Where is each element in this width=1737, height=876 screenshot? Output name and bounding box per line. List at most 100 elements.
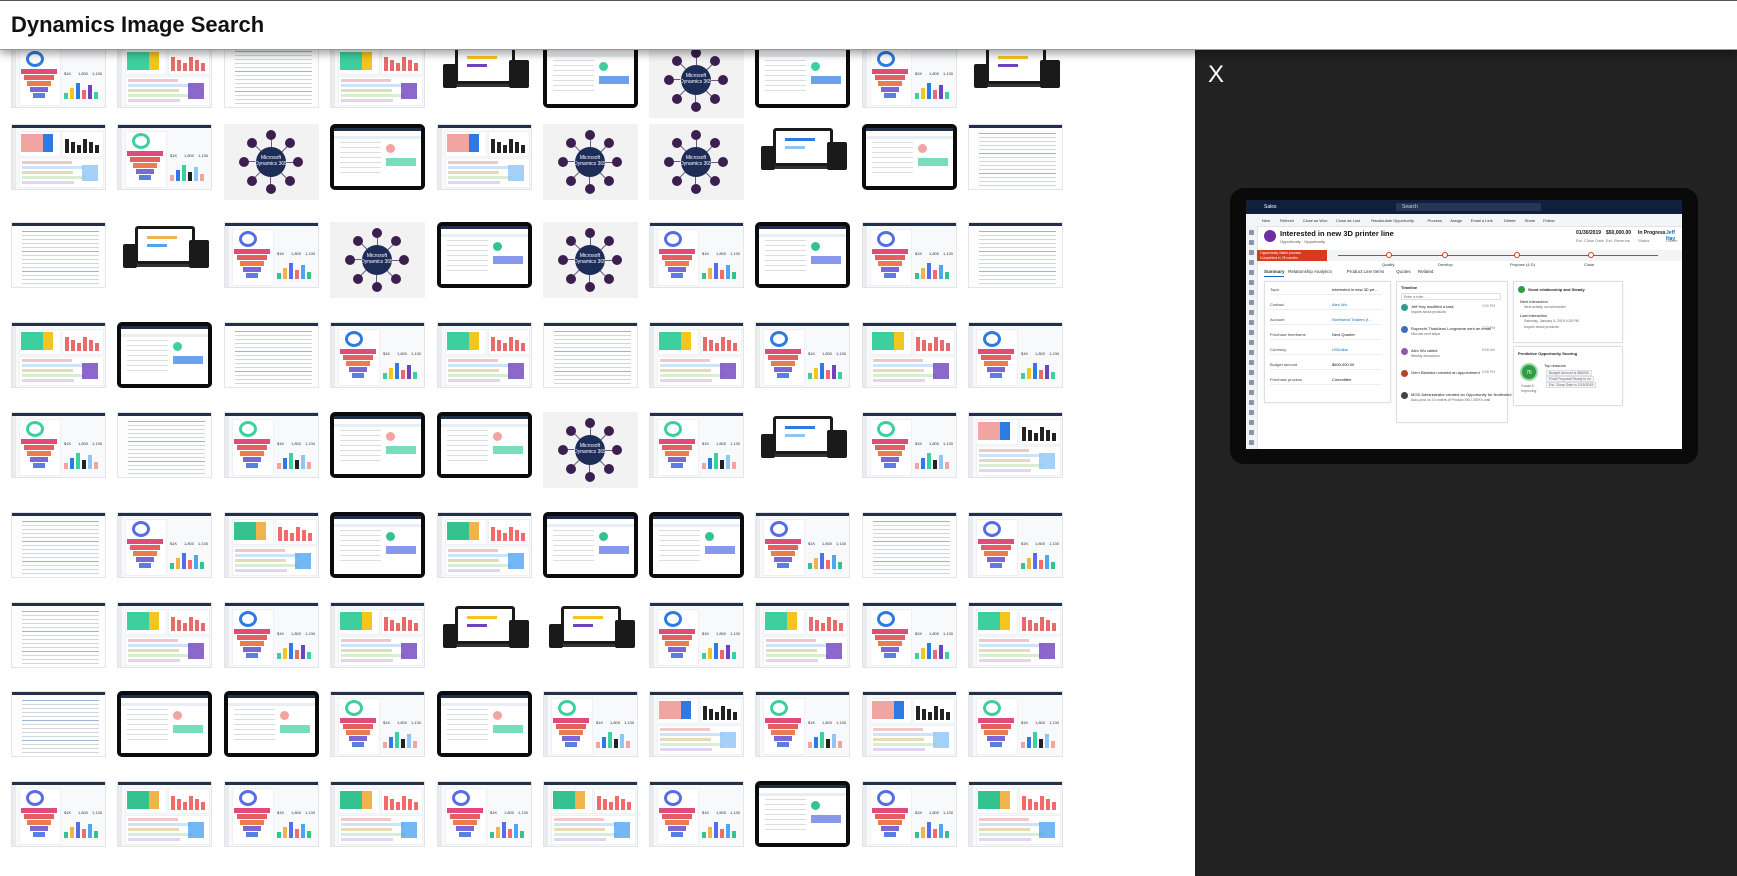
close-viewer-button[interactable]: X bbox=[1202, 60, 1230, 90]
image-thumbnail[interactable] bbox=[117, 222, 212, 288]
image-thumbnail[interactable]: $1K 1,800 1,130 bbox=[117, 124, 212, 190]
image-thumbnail[interactable] bbox=[330, 124, 425, 190]
image-thumbnail[interactable] bbox=[437, 602, 532, 668]
image-thumbnail[interactable]: Microsoft Dynamics 365 bbox=[543, 222, 638, 298]
image-thumbnail[interactable] bbox=[543, 322, 638, 388]
image-thumbnail[interactable] bbox=[437, 512, 532, 578]
image-thumbnail[interactable] bbox=[968, 124, 1063, 190]
image-thumbnail[interactable]: $1K 1,800 1,130 bbox=[224, 222, 319, 288]
image-thumbnail[interactable] bbox=[330, 412, 425, 478]
image-thumbnail[interactable]: $1K 1,800 1,130 bbox=[755, 691, 850, 757]
image-thumbnail[interactable] bbox=[968, 412, 1063, 478]
image-thumbnail[interactable] bbox=[649, 691, 744, 757]
image-thumbnail[interactable]: $1K 1,800 1,130 bbox=[224, 781, 319, 847]
image-thumbnail[interactable]: $1K 1,800 1,130 bbox=[11, 412, 106, 478]
image-thumbnail[interactable] bbox=[862, 512, 957, 578]
image-thumbnail[interactable]: $1K 1,800 1,130 bbox=[968, 322, 1063, 388]
image-thumbnail[interactable]: $1K 1,800 1,130 bbox=[862, 602, 957, 668]
image-thumbnail[interactable]: $1K 1,800 1,130 bbox=[755, 322, 850, 388]
preview-image[interactable]: Sales Search New Refresh Close as Won Close… bbox=[1246, 200, 1682, 449]
image-thumbnail[interactable] bbox=[755, 602, 850, 668]
image-thumbnail[interactable] bbox=[224, 512, 319, 578]
image-thumbnail[interactable]: $1K 1,800 1,130 bbox=[649, 602, 744, 668]
image-thumbnail[interactable] bbox=[755, 222, 850, 288]
image-thumbnail[interactable] bbox=[543, 602, 638, 668]
image-thumbnail[interactable]: $1K 1,800 1,130 bbox=[862, 781, 957, 847]
image-thumbnail[interactable] bbox=[117, 50, 212, 108]
image-thumbnail[interactable]: $1K 1,800 1,130 bbox=[649, 222, 744, 288]
image-thumbnail[interactable] bbox=[330, 512, 425, 578]
image-thumbnail[interactable]: $1K 1,800 1,130 bbox=[437, 781, 532, 847]
record-tab[interactable]: Summary bbox=[1264, 269, 1285, 274]
record-tab[interactable]: Quotes bbox=[1396, 269, 1411, 274]
image-thumbnail[interactable] bbox=[862, 322, 957, 388]
image-thumbnail[interactable] bbox=[330, 781, 425, 847]
image-thumbnail[interactable] bbox=[968, 222, 1063, 288]
image-thumbnail[interactable] bbox=[11, 602, 106, 668]
image-thumbnail[interactable] bbox=[117, 691, 212, 757]
image-thumbnail[interactable] bbox=[968, 781, 1063, 847]
image-thumbnail[interactable]: $1K 1,800 1,130 bbox=[862, 412, 957, 478]
image-thumbnail[interactable] bbox=[543, 50, 638, 108]
image-thumbnail[interactable]: $1K 1,800 1,130 bbox=[11, 50, 106, 108]
image-thumbnail[interactable] bbox=[437, 412, 532, 478]
image-thumbnail[interactable]: $1K 1,800 1,130 bbox=[755, 512, 850, 578]
image-thumbnail[interactable] bbox=[649, 322, 744, 388]
image-thumbnail[interactable] bbox=[862, 124, 957, 190]
image-thumbnail[interactable] bbox=[11, 691, 106, 757]
image-thumbnail[interactable] bbox=[330, 602, 425, 668]
image-thumbnail[interactable] bbox=[755, 124, 850, 190]
image-thumbnail[interactable]: $1K 1,800 1,130 bbox=[649, 781, 744, 847]
record-tab[interactable]: Relationship Analytics bbox=[1288, 269, 1332, 274]
record-tab[interactable]: Related bbox=[1418, 269, 1434, 274]
image-thumbnail[interactable] bbox=[755, 50, 850, 108]
image-thumbnail[interactable] bbox=[968, 602, 1063, 668]
image-thumbnail[interactable] bbox=[117, 602, 212, 668]
image-thumbnail[interactable]: $1K 1,800 1,130 bbox=[862, 222, 957, 288]
image-thumbnail[interactable]: Microsoft Dynamics 365 bbox=[649, 124, 744, 200]
image-thumbnail[interactable]: $1K 1,800 1,130 bbox=[862, 50, 957, 108]
image-thumbnail[interactable] bbox=[330, 50, 425, 108]
image-thumbnail[interactable]: $1K 1,800 1,130 bbox=[11, 781, 106, 847]
timeline-note-input[interactable]: Enter a note... bbox=[1401, 293, 1501, 300]
record-tab[interactable]: Product Line Items bbox=[1347, 269, 1385, 274]
image-thumbnail[interactable] bbox=[437, 222, 532, 288]
image-thumbnail[interactable] bbox=[11, 124, 106, 190]
image-thumbnail[interactable] bbox=[543, 512, 638, 578]
image-thumbnail[interactable] bbox=[11, 322, 106, 388]
image-thumbnail[interactable]: $1K 1,800 1,130 bbox=[224, 412, 319, 478]
image-thumbnail[interactable] bbox=[649, 512, 744, 578]
field-value[interactable]: Northwind Traders (f... bbox=[1332, 317, 1372, 322]
image-thumbnail[interactable] bbox=[755, 412, 850, 478]
image-thumbnail[interactable]: $1K 1,800 1,130 bbox=[117, 512, 212, 578]
field-value[interactable]: Alex Wu bbox=[1332, 302, 1347, 307]
image-thumbnail[interactable]: Microsoft Dynamics 365 bbox=[543, 124, 638, 200]
image-thumbnail[interactable] bbox=[224, 691, 319, 757]
image-thumbnail[interactable] bbox=[862, 691, 957, 757]
image-thumbnail[interactable]: $1K 1,800 1,130 bbox=[968, 512, 1063, 578]
image-thumbnail[interactable] bbox=[224, 322, 319, 388]
image-thumbnail[interactable] bbox=[11, 512, 106, 578]
image-thumbnail[interactable] bbox=[11, 222, 106, 288]
image-thumbnail[interactable] bbox=[437, 322, 532, 388]
image-thumbnail[interactable] bbox=[437, 50, 532, 108]
field-value[interactable]: USDollar bbox=[1332, 347, 1348, 352]
image-thumbnail[interactable] bbox=[437, 124, 532, 190]
image-thumbnail[interactable]: $1K 1,800 1,130 bbox=[543, 691, 638, 757]
image-thumbnail[interactable] bbox=[117, 781, 212, 847]
image-thumbnail[interactable] bbox=[968, 50, 1063, 108]
image-thumbnail[interactable]: Microsoft Dynamics 365 bbox=[330, 222, 425, 298]
image-thumbnail[interactable] bbox=[224, 50, 319, 108]
image-thumbnail[interactable] bbox=[117, 322, 212, 388]
image-thumbnail[interactable]: $1K 1,800 1,130 bbox=[968, 691, 1063, 757]
image-thumbnail[interactable]: Microsoft Dynamics 365 bbox=[543, 412, 638, 488]
image-thumbnail[interactable] bbox=[543, 781, 638, 847]
image-thumbnail[interactable]: $1K 1,800 1,130 bbox=[330, 322, 425, 388]
image-thumbnail[interactable]: Microsoft Dynamics 365 bbox=[224, 124, 319, 200]
image-thumbnail[interactable]: Microsoft Dynamics 365 bbox=[649, 50, 744, 118]
image-thumbnail[interactable] bbox=[117, 412, 212, 478]
image-thumbnail[interactable] bbox=[437, 691, 532, 757]
image-thumbnail[interactable]: $1K 1,800 1,130 bbox=[649, 412, 744, 478]
image-thumbnail[interactable]: $1K 1,800 1,130 bbox=[224, 602, 319, 668]
image-thumbnail[interactable]: $1K 1,800 1,130 bbox=[330, 691, 425, 757]
